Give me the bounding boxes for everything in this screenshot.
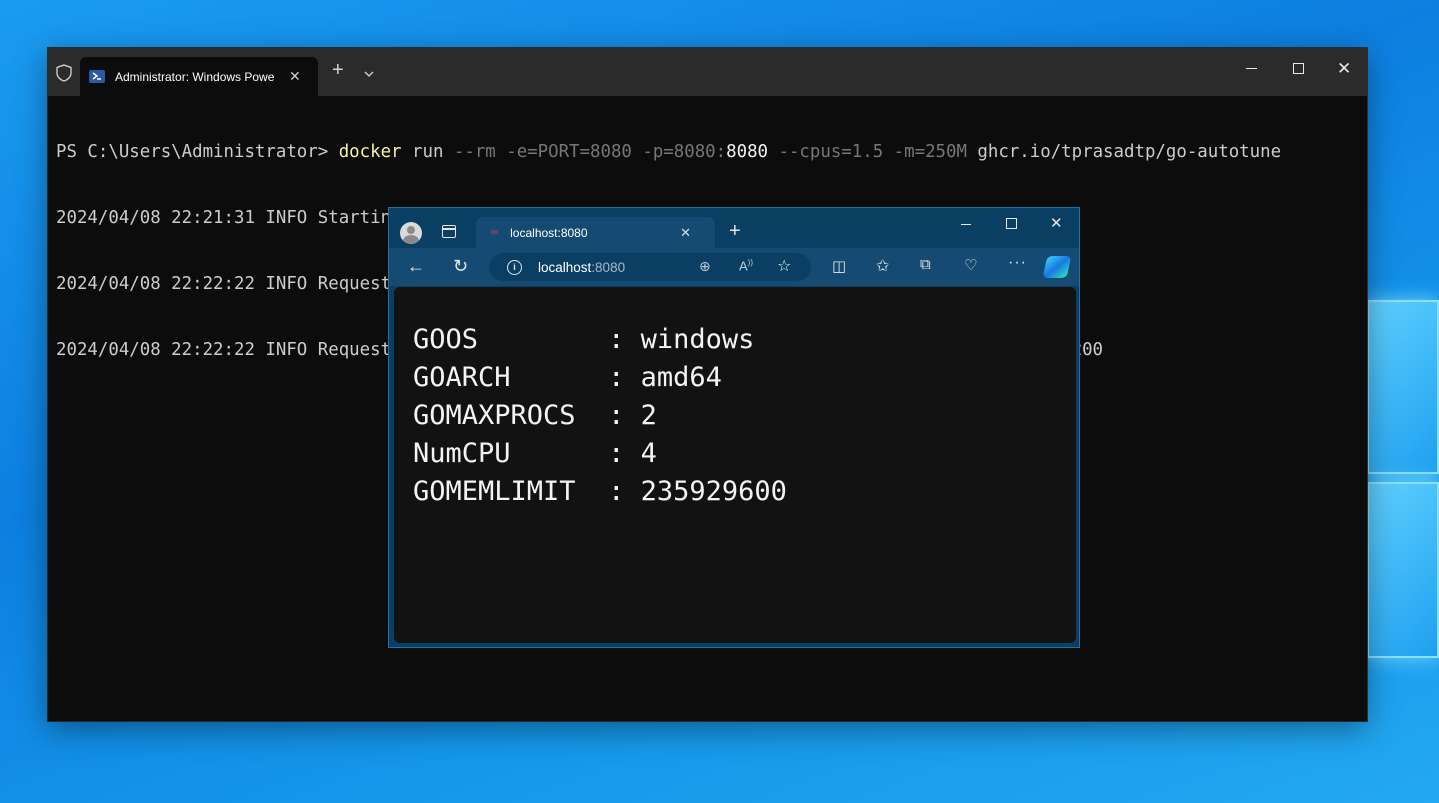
browser-close-button[interactable]: ✕ — [1050, 214, 1063, 232]
terminal-window[interactable]: Administrator: Windows Powe ✕ + ✕ PS C:\… — [48, 48, 1367, 721]
info-value: 235929600 — [640, 476, 787, 507]
info-key: GOOS — [413, 324, 479, 355]
more-menu-icon[interactable]: ··· — [1008, 254, 1027, 272]
info-value: amd64 — [640, 362, 722, 393]
favicon-icon: ∞ — [491, 227, 499, 238]
command-flags: --cpus=1.5 -m=250M — [768, 142, 978, 162]
runtime-info: GOOS : windows GOARCH : amd64 GOMAXPROCS… — [413, 321, 787, 511]
close-icon[interactable]: ✕ — [289, 68, 301, 85]
browser-minimize-button[interactable] — [961, 224, 971, 225]
command-image: ghcr.io/tprasadtp/go-autotune — [977, 142, 1282, 162]
back-arrow-icon[interactable]: ← — [407, 256, 425, 277]
info-value: 4 — [640, 438, 657, 469]
close-window-button[interactable]: ✕ — [1337, 59, 1351, 79]
browser-toolbar[interactable]: ← ↻ i localhost:8080 ⊕ A)) ☆ ◫ ✩ ⧉ ♡ ··· — [389, 248, 1079, 286]
info-row: GOMAXPROCS : 2 — [413, 400, 657, 431]
address-bar[interactable]: i localhost:8080 ⊕ A)) ☆ — [489, 253, 811, 281]
new-tab-button[interactable]: + — [332, 59, 344, 82]
url-host: localhost — [538, 259, 592, 275]
command-port: 8080 — [726, 142, 769, 162]
powershell-icon — [89, 70, 105, 83]
logo-pane-bottom — [1367, 482, 1439, 658]
command-arg: run — [401, 142, 454, 162]
browser-maximize-button[interactable] — [1006, 218, 1017, 229]
terminal-tab-title: Administrator: Windows Powe — [115, 69, 275, 84]
info-row: GOMEMLIMIT : 235929600 — [413, 476, 787, 507]
terminal-tab[interactable]: Administrator: Windows Powe ✕ — [80, 57, 318, 96]
info-key: GOMAXPROCS — [413, 400, 576, 431]
browser-tab[interactable]: ∞ localhost:8080 ✕ — [476, 217, 715, 248]
favorite-star-icon[interactable]: ☆ — [777, 256, 791, 276]
split-screen-icon[interactable]: ◫ — [832, 257, 846, 275]
maximize-button[interactable] — [1293, 63, 1304, 74]
favorites-icon[interactable]: ✩ — [876, 256, 889, 276]
info-key: GOMEMLIMIT — [413, 476, 576, 507]
browser-window[interactable]: ∞ localhost:8080 ✕ + ✕ ← ↻ i localhost:8… — [388, 207, 1080, 648]
prompt: PS C:\Users\Administrator> — [56, 142, 339, 162]
command-flags: --rm -e=PORT=8080 -p=8080: — [453, 142, 727, 162]
browser-essentials-icon[interactable]: ♡ — [964, 256, 977, 274]
shield-icon — [56, 64, 72, 82]
url-port: :8080 — [591, 259, 626, 275]
info-key: NumCPU — [413, 438, 511, 469]
info-row: GOARCH : amd64 — [413, 362, 722, 393]
chevron-down-icon[interactable] — [364, 63, 374, 83]
close-icon[interactable]: ✕ — [680, 225, 691, 241]
plus-icon[interactable]: + — [729, 220, 741, 243]
collections-icon[interactable]: ⧉ — [920, 256, 931, 273]
info-key: GOARCH — [413, 362, 511, 393]
page-content: GOOS : windows GOARCH : amd64 GOMAXPROCS… — [394, 287, 1076, 643]
terminal-titlebar[interactable]: Administrator: Windows Powe ✕ + ✕ — [48, 48, 1367, 96]
copilot-icon[interactable] — [1042, 256, 1072, 278]
browser-tabbar[interactable]: ∞ localhost:8080 ✕ + ✕ — [389, 208, 1079, 248]
command-name: docker — [338, 142, 402, 162]
refresh-icon[interactable]: ↻ — [453, 256, 468, 277]
read-aloud-icon[interactable]: A)) — [739, 258, 753, 273]
minimize-button[interactable] — [1246, 68, 1257, 69]
profile-avatar-icon[interactable] — [400, 222, 422, 244]
zoom-icon[interactable]: ⊕ — [699, 258, 711, 275]
info-icon[interactable]: i — [507, 259, 522, 275]
tab-actions-icon[interactable] — [442, 225, 456, 238]
info-row: GOOS : windows — [413, 324, 755, 355]
logo-pane-top — [1367, 300, 1439, 474]
command-line: PS C:\Users\Administrator> docker run --… — [56, 141, 1367, 163]
info-value: windows — [640, 324, 755, 355]
info-value: 2 — [640, 400, 657, 431]
browser-tab-title: localhost:8080 — [510, 225, 588, 240]
info-row: NumCPU : 4 — [413, 438, 657, 469]
